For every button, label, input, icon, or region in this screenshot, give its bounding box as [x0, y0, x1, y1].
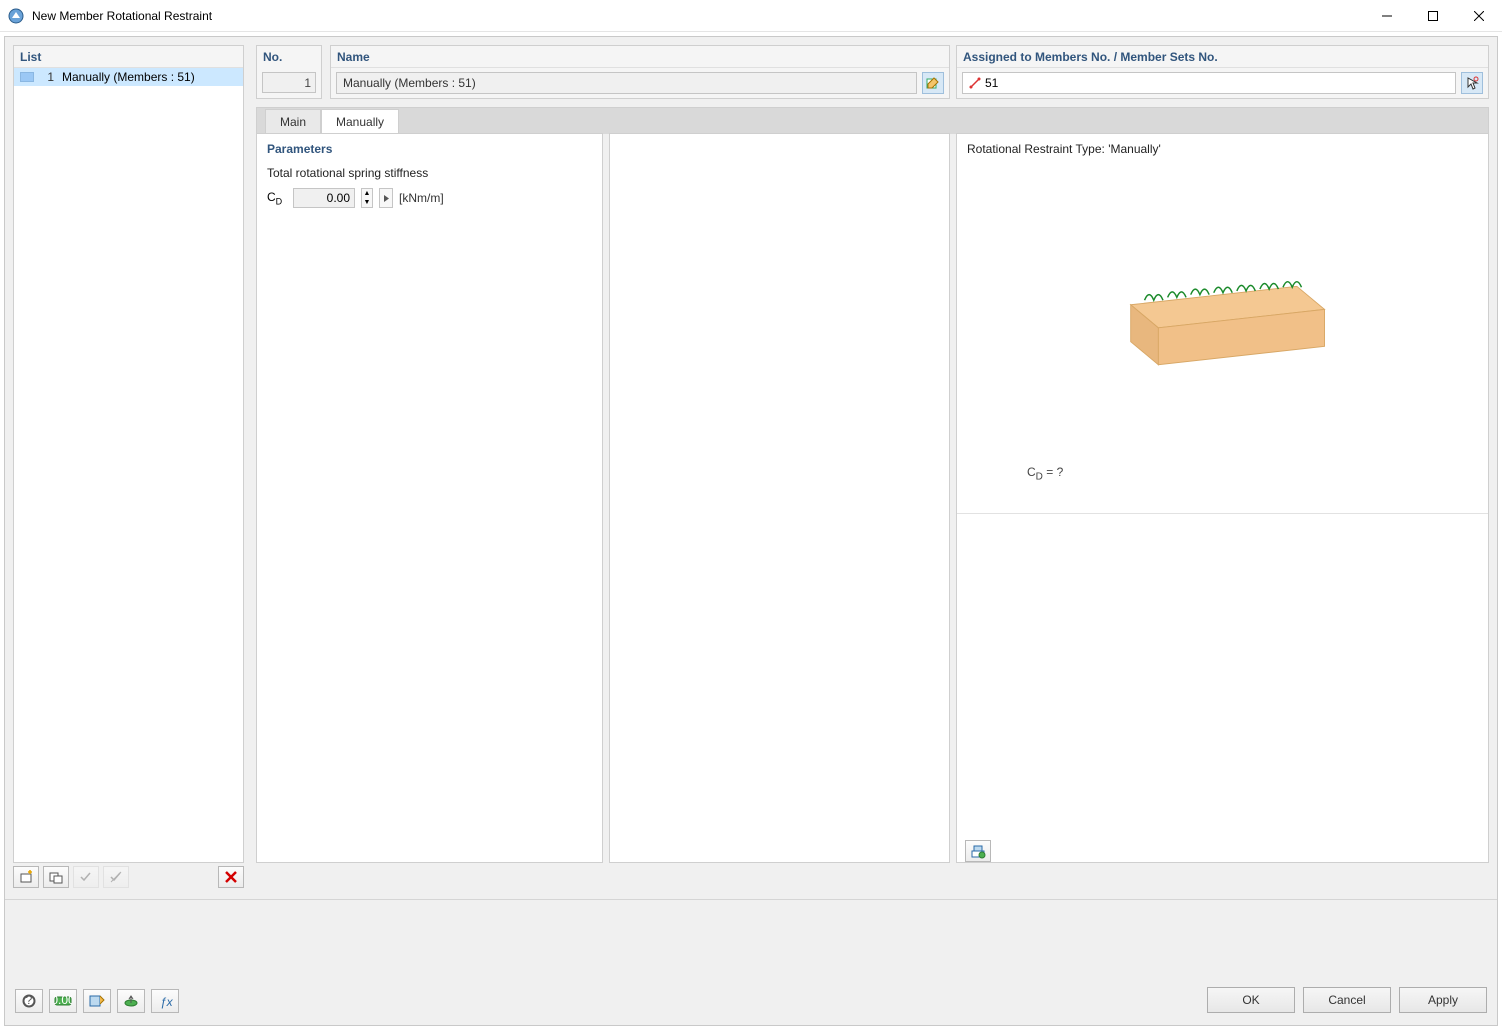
- svg-text:?: ?: [26, 993, 33, 1007]
- list-item-index: 1: [38, 70, 54, 84]
- cd-value-input[interactable]: [293, 188, 355, 208]
- bottom-right-buttons: OK Cancel Apply: [1207, 987, 1487, 1013]
- formula-button[interactable]: ƒx: [151, 989, 179, 1013]
- bottom-left-toolbar: ? 0.00 ƒx: [15, 989, 179, 1013]
- parameters-pane: Parameters Total rotational spring stiff…: [256, 133, 603, 863]
- assigned-field[interactable]: 51: [962, 72, 1456, 94]
- preview-pane: Rotational Restraint Type: 'Manually': [956, 133, 1489, 863]
- empty-pane: [609, 133, 950, 863]
- name-header: Name: [331, 46, 949, 68]
- check-all-button: [73, 866, 99, 888]
- uncheck-all-button: [103, 866, 129, 888]
- view-mode-button[interactable]: [83, 989, 111, 1013]
- dialog-frame: List 1 Manually (Members : 51) No.: [4, 36, 1498, 1026]
- name-panel: Name: [330, 45, 950, 99]
- member-icon: [969, 77, 981, 89]
- units-button[interactable]: 0.00: [49, 989, 77, 1013]
- assigned-panel: Assigned to Members No. / Member Sets No…: [956, 45, 1489, 99]
- number-header: No.: [257, 46, 321, 68]
- minimize-button[interactable]: [1364, 0, 1410, 32]
- tab-manually[interactable]: Manually: [321, 109, 399, 134]
- copy-item-button[interactable]: [43, 866, 69, 888]
- preview-formula: CD = ?: [957, 464, 1488, 483]
- parameter-symbol: CD: [267, 190, 287, 206]
- assigned-header: Assigned to Members No. / Member Sets No…: [957, 46, 1488, 68]
- preview-settings-button[interactable]: [965, 840, 991, 862]
- list-header: List: [14, 46, 243, 68]
- spinner-up-icon[interactable]: ▲: [362, 189, 372, 198]
- number-panel: No.: [256, 45, 322, 99]
- tab-strip: Main Manually: [256, 107, 1489, 134]
- preview-title: Rotational Restraint Type: 'Manually': [957, 134, 1488, 164]
- preview-image: [957, 164, 1488, 464]
- list-item-swatch: [20, 72, 34, 82]
- svg-text:ƒx: ƒx: [160, 995, 173, 1009]
- assigned-value: 51: [985, 76, 998, 90]
- render-button[interactable]: [117, 989, 145, 1013]
- list-item-label: Manually (Members : 51): [62, 70, 195, 84]
- help-button[interactable]: ?: [15, 989, 43, 1013]
- number-input[interactable]: [262, 72, 316, 93]
- bottom-bar: ? 0.00 ƒx OK Cancel Apply: [5, 899, 1497, 1025]
- cancel-button[interactable]: Cancel: [1303, 987, 1391, 1013]
- spinner-down-icon[interactable]: ▼: [362, 198, 372, 207]
- maximize-button[interactable]: [1410, 0, 1456, 32]
- titlebar: New Member Rotational Restraint: [0, 0, 1502, 32]
- list-item[interactable]: 1 Manually (Members : 51): [14, 68, 243, 86]
- list-body[interactable]: 1 Manually (Members : 51): [14, 68, 243, 862]
- new-item-button[interactable]: [13, 866, 39, 888]
- window-title: New Member Rotational Restraint: [32, 9, 212, 23]
- preview-bottom: [957, 514, 1488, 862]
- name-input[interactable]: [336, 72, 917, 94]
- app-icon: [8, 8, 24, 24]
- cd-spinner[interactable]: ▲ ▼: [361, 188, 373, 208]
- apply-button[interactable]: Apply: [1399, 987, 1487, 1013]
- close-button[interactable]: [1456, 0, 1502, 32]
- list-panel: List 1 Manually (Members : 51): [13, 45, 244, 863]
- list-toolbar: [13, 865, 244, 889]
- delete-item-button[interactable]: [218, 866, 244, 888]
- tab-main[interactable]: Main: [265, 109, 321, 134]
- ok-button[interactable]: OK: [1207, 987, 1295, 1013]
- svg-text:0.00: 0.00: [54, 994, 72, 1007]
- parameter-unit: [kNm/m]: [399, 191, 444, 205]
- cd-menu-button[interactable]: [379, 188, 393, 208]
- parameter-row-cd: CD ▲ ▼ [kNm/m]: [257, 186, 602, 210]
- parameters-header: Parameters: [257, 134, 602, 162]
- pick-members-button[interactable]: [1461, 72, 1483, 94]
- edit-name-button[interactable]: [922, 72, 944, 94]
- parameter-label: Total rotational spring stiffness: [257, 162, 602, 186]
